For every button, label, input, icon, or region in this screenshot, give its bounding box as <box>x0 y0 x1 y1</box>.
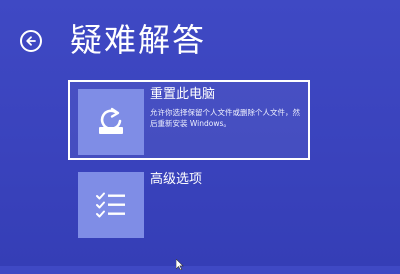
page-title: 疑难解答 <box>70 21 207 59</box>
back-button[interactable] <box>20 30 42 52</box>
advanced-options-option[interactable]: 高级选项 <box>68 168 310 240</box>
reset-pc-description: 允许你选择保留个人文件或删除个人文件，然后重新安装 Windows。 <box>150 108 300 128</box>
reset-pc-title: 重置此电脑 <box>150 87 216 102</box>
reset-pc-icon <box>78 89 144 155</box>
mouse-pointer-icon <box>175 255 184 274</box>
back-arrow-icon <box>26 36 36 46</box>
checklist-icon <box>78 172 144 238</box>
reset-pc-option[interactable]: 重置此电脑 允许你选择保留个人文件或删除个人文件，然后重新安装 Windows。 <box>68 80 310 160</box>
advanced-options-title: 高级选项 <box>150 172 203 187</box>
